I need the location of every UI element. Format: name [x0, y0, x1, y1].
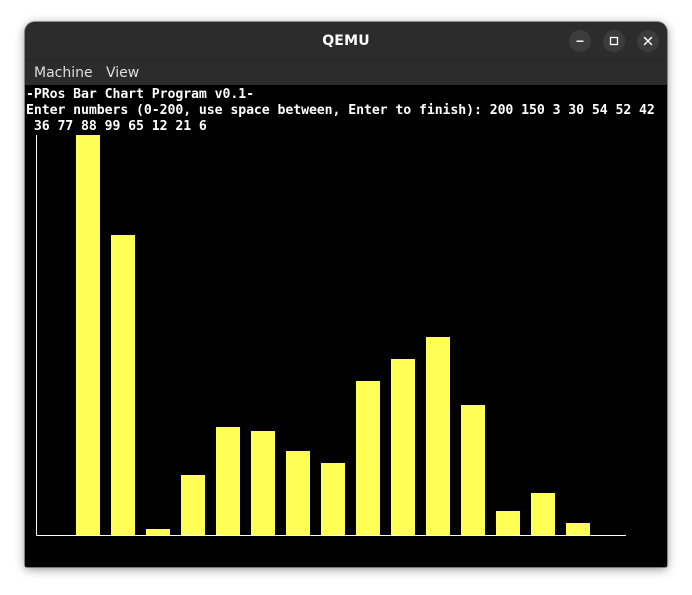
close-icon	[643, 36, 653, 46]
chart-bar	[496, 511, 520, 535]
chart-bar	[146, 529, 170, 535]
menu-bar: Machine View	[25, 60, 667, 85]
chart-bar	[566, 523, 590, 535]
chart-bar	[426, 337, 450, 535]
menu-machine[interactable]: Machine	[34, 61, 93, 85]
minimize-icon	[576, 40, 584, 42]
close-button[interactable]	[637, 30, 659, 52]
chart-bar	[391, 359, 415, 535]
maximize-icon	[609, 36, 619, 46]
minimize-button[interactable]	[569, 30, 591, 52]
chart-bar	[251, 431, 275, 535]
chart-bar	[181, 475, 205, 535]
vm-display[interactable]: -PRos Bar Chart Program v0.1- Enter numb…	[25, 85, 667, 567]
chart-bar	[321, 463, 345, 535]
menu-view[interactable]: View	[106, 61, 139, 85]
chart-bar	[286, 451, 310, 535]
chart-bar	[76, 135, 100, 535]
bar-chart	[36, 135, 626, 536]
chart-bar	[216, 427, 240, 535]
title-bar[interactable]: QEMU	[25, 22, 667, 60]
qemu-window: QEMU Machine View -PRos Bar Chart Progra…	[25, 22, 667, 567]
chart-bar	[461, 405, 485, 535]
chart-bar	[111, 235, 135, 535]
maximize-button[interactable]	[603, 30, 625, 52]
chart-bar	[531, 493, 555, 535]
chart-bar	[356, 381, 380, 535]
